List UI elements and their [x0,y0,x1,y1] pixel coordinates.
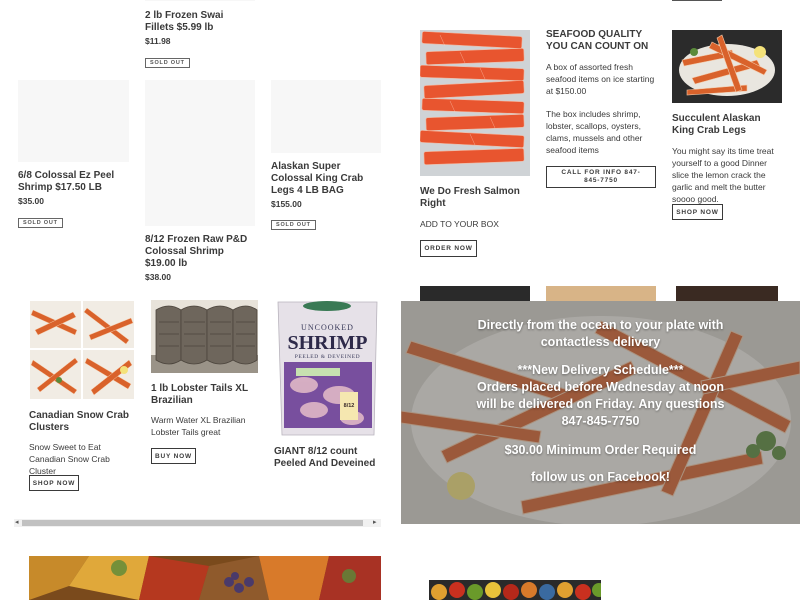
product-price: $35.00 [18,196,44,206]
hero-line-1: Directly from the ocean to your plate wi… [477,318,724,349]
bag-label-peeled: PEELED & DEVEINED [294,354,361,360]
bag-label-count: 8/12 [343,403,355,409]
sold-out-badge: SOLD OUT [145,58,190,68]
scrollbar-thumb[interactable] [22,520,363,526]
buy-now-button[interactable]: BUY NOW [151,448,196,464]
next-row-image-3[interactable] [676,286,778,301]
salmon-title: We Do Fresh Salmon Right [420,186,520,209]
salmon-image[interactable] [420,30,530,176]
snow-crab-text: Snow Sweet to Eat Canadian Snow Crab Clu… [29,442,110,476]
next-row-image-2[interactable] [546,286,656,301]
hero-banner[interactable]: Directly from the ocean to your plate wi… [401,301,800,524]
salmon-text: ADD TO YOUR BOX [420,219,499,229]
king-crab-title: Succulent Alaskan King Crab Legs [672,113,761,136]
bag-label-shrimp: SHRIMP [287,332,368,354]
quality-heading: SEAFOOD QUALITY YOU CAN COUNT ON [546,29,649,52]
hero-line-4: $30.00 Minimum Order Required [504,443,697,457]
lobster-text: Warm Water XL Brazilian Lobster Tails gr… [151,415,246,437]
autumn-leaves-icon [29,556,381,600]
next-row-image-1[interactable] [420,286,530,301]
shop-now-button[interactable]: SHOP NOW [672,204,723,220]
lobster-title: 1 lb Lobster Tails XL Brazilian [151,383,248,406]
snow-crab-icon [29,300,135,400]
salmon-fillets-icon [420,30,530,176]
product-image[interactable] [18,80,129,162]
king-crab-icon [672,30,782,103]
call-for-info-button[interactable]: CALL FOR INFO 847-845-7750 [546,166,656,188]
king-crab-text: You might say its time treat yourself to… [672,146,774,204]
hero-line-2: ***New Delivery Schedule*** [517,363,684,377]
hero-line-3: Orders placed before Wednesday at noon w… [476,380,725,428]
product-title[interactable]: Alaskan Super Colossal King Crab Legs 4 … [271,161,381,197]
lobster-tails-image[interactable] [151,300,258,373]
autumn-banner-image[interactable] [29,556,381,600]
product-price: $11.98 [145,36,171,46]
top-divider [672,0,722,1]
order-now-button[interactable]: ORDER NOW [420,240,477,257]
product-price: $38.00 [145,272,171,282]
product-title[interactable]: 2 lb Frozen Swai Fillets $5.99 lb [145,10,255,34]
quality-text-2: The box includes shrimp, lobster, scallo… [546,109,643,155]
sold-out-badge: SOLD OUT [18,218,63,228]
product-image[interactable] [145,80,255,226]
hero-facebook-link[interactable]: follow us on Facebook! [461,469,740,486]
snow-crab-title: Canadian Snow Crab Clusters [29,410,130,433]
shop-now-button[interactable]: SHOP NOW [29,475,79,491]
shrimp-bag-title: GIANT 8/12 count Peeled And Deveined [274,446,376,469]
product-price: $155.00 [271,199,302,209]
lobster-tails-icon [151,300,258,373]
product-slider[interactable]: Canadian Snow Crab Clusters Snow Sweet t… [14,300,381,530]
product-title[interactable]: 6/8 Colossal Ez Peel Shrimp $17.50 LB [18,170,126,194]
shrimp-bag-icon [274,300,381,437]
shrimp-bag-image[interactable]: UNCOOKED SHRIMP PEELED & DEVEINED 8/12 [274,300,381,437]
slider-scrollbar[interactable]: ◂ ▸ [14,519,381,527]
quality-text-1: A box of assorted fresh seafood items on… [546,62,655,96]
scroll-right-icon[interactable]: ▸ [373,518,377,526]
product-image[interactable] [145,0,255,1]
produce-banner-image[interactable] [429,580,601,600]
bag-label-uncooked: UNCOOKED [301,323,354,332]
sold-out-badge: SOLD OUT [271,220,316,230]
snow-crab-image[interactable] [29,300,135,400]
scroll-left-icon[interactable]: ◂ [15,518,19,526]
product-image[interactable] [271,80,381,153]
produce-icon [429,580,601,600]
king-crab-image[interactable] [672,30,782,103]
product-title[interactable]: 8/12 Frozen Raw P&D Colossal Shrimp $19.… [145,234,255,270]
